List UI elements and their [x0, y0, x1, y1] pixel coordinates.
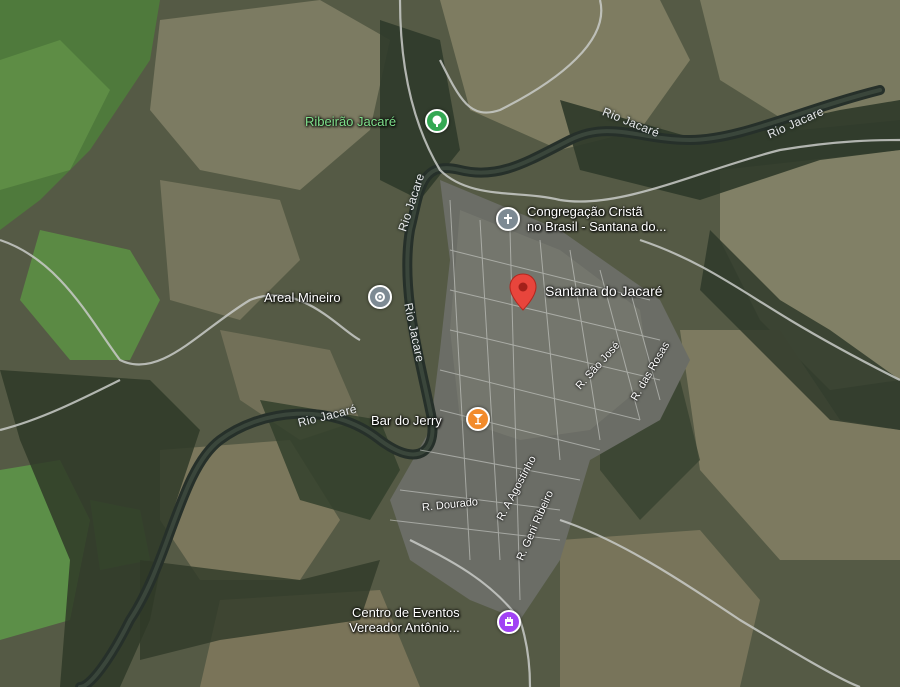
cross-icon[interactable] [496, 207, 520, 231]
main-place-label[interactable]: Santana do Jacaré [545, 284, 663, 299]
place-label-line: Vereador Antônio... [349, 620, 460, 635]
satellite-map[interactable]: Rio Jacaré Rio Jacare Rio Jacare Rio Jac… [0, 0, 900, 687]
map-terrain [0, 0, 900, 687]
ticket-icon[interactable] [497, 610, 521, 634]
place-label-bar[interactable]: Bar do Jerry [371, 413, 442, 428]
location-icon[interactable] [368, 285, 392, 309]
place-label-line: Centro de Eventos [352, 605, 460, 620]
place-label-congregacao[interactable]: Congregação Cristã no Brasil - Santana d… [527, 204, 666, 234]
place-label-centro[interactable]: Centro de Eventos Vereador Antônio... [346, 605, 460, 635]
cocktail-icon[interactable] [466, 407, 490, 431]
place-label-ribeirao[interactable]: Ribeirão Jacaré [305, 114, 396, 129]
place-label-areal[interactable]: Areal Mineiro [264, 290, 341, 305]
place-label-line: no Brasil - Santana do... [527, 219, 667, 234]
tree-icon[interactable] [425, 109, 449, 133]
place-label-line: Congregação Cristã [527, 204, 643, 219]
map-pin-icon[interactable] [508, 272, 538, 312]
